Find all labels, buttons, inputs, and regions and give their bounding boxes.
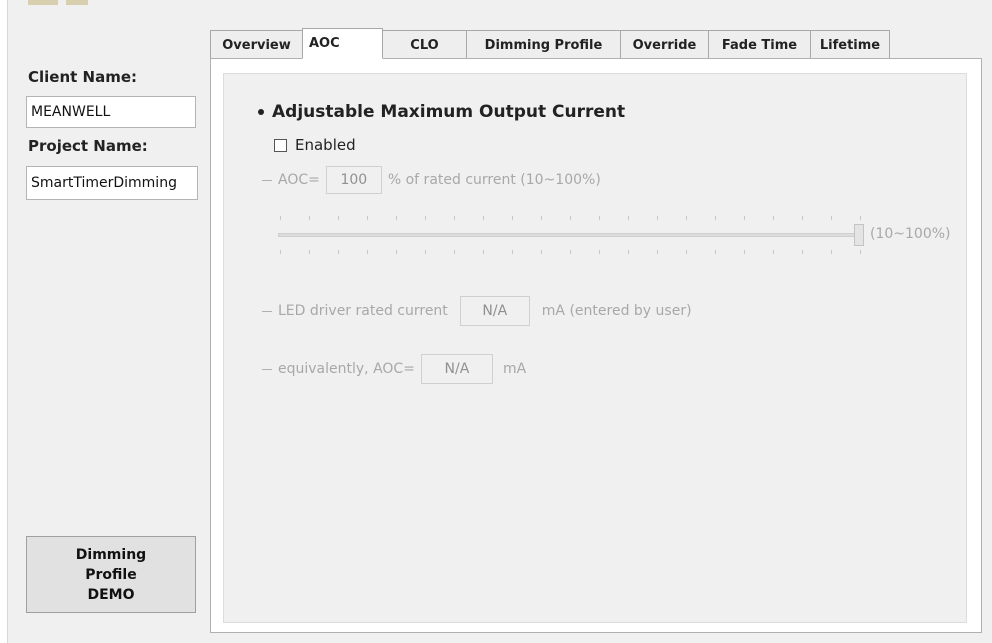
slider-tick [831, 250, 832, 254]
slider-tick [338, 250, 339, 254]
slider-tick [483, 216, 484, 220]
slider-tick [628, 216, 629, 220]
aoc-prefix: AOC= [278, 172, 320, 188]
slider-track [278, 233, 858, 237]
slider-tick [686, 216, 687, 220]
aoc-tab-page: Adjustable Maximum Output Current Enable… [210, 58, 982, 633]
tab-overview[interactable]: Overview [210, 30, 303, 59]
slider-tick [512, 216, 513, 220]
aoc-heading: Adjustable Maximum Output Current [258, 102, 625, 122]
aoc-suffix: % of rated current (10~100%) [387, 172, 601, 188]
tab-clo[interactable]: CLO [382, 30, 467, 59]
slider-tick [570, 250, 571, 254]
demo-button-line-2: Profile [85, 566, 137, 583]
slider-tick [570, 216, 571, 220]
project-name-label: Project Name: [28, 137, 148, 155]
slider-tick [367, 216, 368, 220]
rated-current-input[interactable]: N/A [459, 296, 530, 326]
slider-tick [483, 250, 484, 254]
slider-range-label: (10~100%) [870, 226, 951, 242]
slider-tick [599, 250, 600, 254]
slider-tick [744, 250, 745, 254]
client-name-field[interactable]: MEANWELL [26, 96, 196, 128]
slider-tick [744, 216, 745, 220]
window-left-edge [0, 0, 8, 643]
equiv-unit: mA [502, 361, 527, 377]
client-name-label: Client Name: [28, 68, 138, 86]
slider-tick [860, 250, 861, 254]
project-name-field[interactable]: SmartTimerDimming [26, 166, 198, 200]
rated-current-unit: mA (entered by user) [541, 303, 692, 319]
tab-bar: Overview AOC CLO Dimming Profile Overrid… [210, 28, 890, 59]
aoc-percent-row: AOC= 100 % of rated current (10~100%) [262, 166, 601, 194]
equivalent-aoc-input[interactable]: N/A [420, 354, 493, 384]
slider-tick [396, 250, 397, 254]
app-window: Client Name: MEANWELL Project Name: Smar… [0, 0, 992, 643]
slider-tick [454, 216, 455, 220]
slider-tick [425, 216, 426, 220]
aoc-heading-text: Adjustable Maximum Output Current [272, 102, 626, 122]
tab-override[interactable]: Override [620, 30, 709, 59]
slider-tick [860, 216, 861, 220]
slider-tick [773, 216, 774, 220]
demo-button-line-3: DEMO [87, 586, 135, 603]
tab-aoc[interactable]: AOC [302, 28, 383, 59]
tab-fade-time[interactable]: Fade Time [708, 30, 811, 59]
enabled-checkbox-row[interactable]: Enabled [274, 136, 356, 154]
aoc-group: Adjustable Maximum Output Current Enable… [223, 73, 967, 623]
slider-handle[interactable] [854, 224, 864, 246]
aoc-percent-input[interactable]: 100 [325, 166, 382, 194]
slider-tick [454, 250, 455, 254]
slider-tick [280, 216, 281, 220]
slider-tick [280, 250, 281, 254]
dash-icon [262, 179, 272, 181]
slider-tick [802, 250, 803, 254]
slider-tick [425, 250, 426, 254]
bullet-icon [258, 109, 264, 115]
slider-tick [512, 250, 513, 254]
slider-ticks-top [280, 216, 861, 220]
slider-tick [541, 216, 542, 220]
tab-lifetime[interactable]: Lifetime [810, 30, 890, 59]
slider-tick [628, 250, 629, 254]
slider-tick [657, 216, 658, 220]
slider-tick [686, 250, 687, 254]
slider-tick [309, 216, 310, 220]
equivalent-aoc-row: equivalently, AOC= N/A mA [262, 354, 526, 384]
rated-current-label: LED driver rated current [278, 303, 448, 319]
slider-tick [657, 250, 658, 254]
slider-tick [367, 250, 368, 254]
slider-tick [599, 216, 600, 220]
top-strip [8, 0, 992, 12]
rated-current-row: LED driver rated current N/A mA (entered… [262, 296, 692, 326]
slider-tick [715, 216, 716, 220]
enabled-label: Enabled [295, 136, 356, 154]
aoc-slider[interactable]: (10~100%) [266, 214, 951, 258]
dash-icon [262, 368, 272, 370]
dimming-profile-demo-button[interactable]: Dimming Profile DEMO [26, 536, 196, 613]
slider-tick [715, 250, 716, 254]
dash-icon [262, 310, 272, 312]
slider-tick [338, 216, 339, 220]
equiv-label: equivalently, AOC= [278, 361, 415, 377]
slider-tick [396, 216, 397, 220]
slider-tick [802, 216, 803, 220]
slider-tick [773, 250, 774, 254]
enabled-checkbox[interactable] [274, 138, 287, 152]
demo-button-line-1: Dimming [75, 546, 147, 563]
slider-tick [309, 250, 310, 254]
tab-dimming-profile[interactable]: Dimming Profile [466, 30, 621, 59]
slider-ticks-bottom [280, 250, 861, 254]
slider-tick [541, 250, 542, 254]
slider-tick [831, 216, 832, 220]
